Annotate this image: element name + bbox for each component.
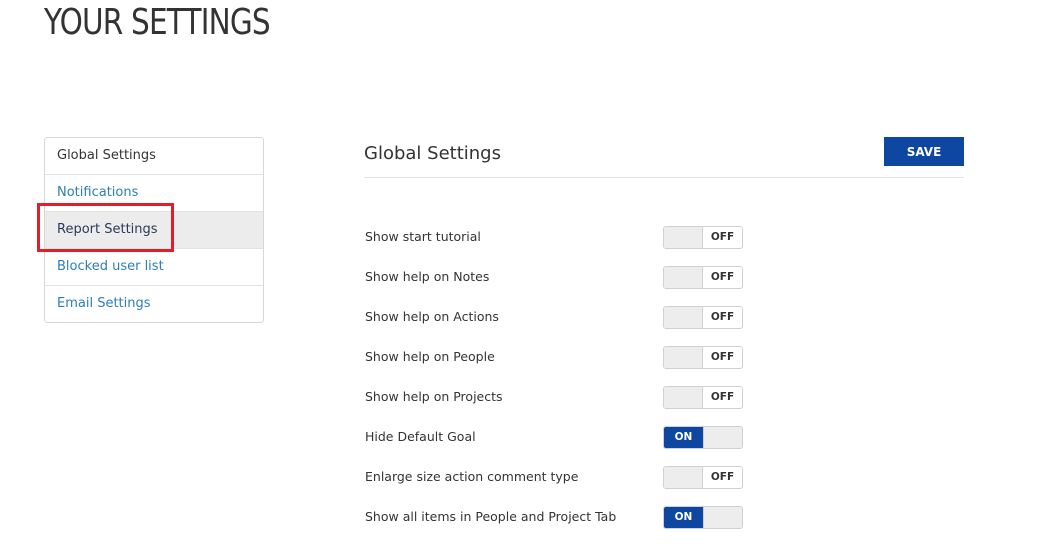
toggle-state: OFF: [710, 351, 735, 363]
sidebar-item-blocked-user-list[interactable]: Blocked user list: [45, 248, 263, 285]
toggle-knob: [664, 227, 704, 248]
toggle-knob: [702, 427, 742, 448]
setting-label: Show help on Actions: [365, 309, 499, 324]
setting-row-show-start-tutorial: Show start tutorial OFF: [365, 224, 785, 264]
toggle-knob: [664, 387, 704, 408]
toggle-hide-default-goal[interactable]: ON: [663, 426, 743, 449]
toggle-knob: [664, 347, 704, 368]
setting-label: Show all items in People and Project Tab: [365, 509, 617, 524]
toggle-state: OFF: [710, 231, 735, 243]
settings-list: Show start tutorial OFF Show help on Not…: [365, 224, 785, 544]
settings-sidebar: Global Settings Notifications Report Set…: [44, 137, 264, 323]
toggle-state: OFF: [710, 311, 735, 323]
toggle-state: OFF: [710, 471, 735, 483]
setting-row-show-all-items: Show all items in People and Project Tab…: [365, 504, 785, 544]
sidebar-item-global-settings[interactable]: Global Settings: [45, 138, 263, 174]
toggle-show-help-people[interactable]: OFF: [663, 346, 743, 369]
setting-label: Hide Default Goal: [365, 429, 476, 444]
setting-row-hide-default-goal: Hide Default Goal ON: [365, 424, 785, 464]
sidebar-item-notifications[interactable]: Notifications: [45, 174, 263, 211]
sidebar-item-email-settings[interactable]: Email Settings: [45, 285, 263, 322]
setting-row-enlarge-comment-type: Enlarge size action comment type OFF: [365, 464, 785, 504]
section-divider: [364, 177, 964, 178]
toggle-state: OFF: [710, 391, 735, 403]
toggle-knob: [664, 267, 704, 288]
setting-label: Show help on People: [365, 349, 495, 364]
sidebar-item-report-settings[interactable]: Report Settings: [45, 211, 263, 248]
toggle-show-all-items[interactable]: ON: [663, 506, 743, 529]
setting-row-show-help-people: Show help on People OFF: [365, 344, 785, 384]
setting-row-show-help-notes: Show help on Notes OFF: [365, 264, 785, 304]
toggle-state: ON: [664, 507, 703, 528]
toggle-state: OFF: [710, 271, 735, 283]
toggle-knob: [664, 467, 704, 488]
toggle-show-help-notes[interactable]: OFF: [663, 266, 743, 289]
toggle-show-start-tutorial[interactable]: OFF: [663, 226, 743, 249]
setting-label: Show start tutorial: [365, 229, 481, 244]
toggle-show-help-projects[interactable]: OFF: [663, 386, 743, 409]
setting-row-show-help-actions: Show help on Actions OFF: [365, 304, 785, 344]
setting-label: Enlarge size action comment type: [365, 469, 579, 484]
page-title: YOUR SETTINGS: [44, 2, 271, 43]
save-button[interactable]: SAVE: [884, 137, 964, 166]
setting-label: Show help on Projects: [365, 389, 503, 404]
section-title: Global Settings: [364, 143, 501, 164]
toggle-show-help-actions[interactable]: OFF: [663, 306, 743, 329]
toggle-knob: [702, 507, 742, 528]
toggle-knob: [664, 307, 704, 328]
toggle-enlarge-comment-type[interactable]: OFF: [663, 466, 743, 489]
setting-row-show-help-projects: Show help on Projects OFF: [365, 384, 785, 424]
toggle-state: ON: [664, 427, 703, 448]
setting-label: Show help on Notes: [365, 269, 490, 284]
